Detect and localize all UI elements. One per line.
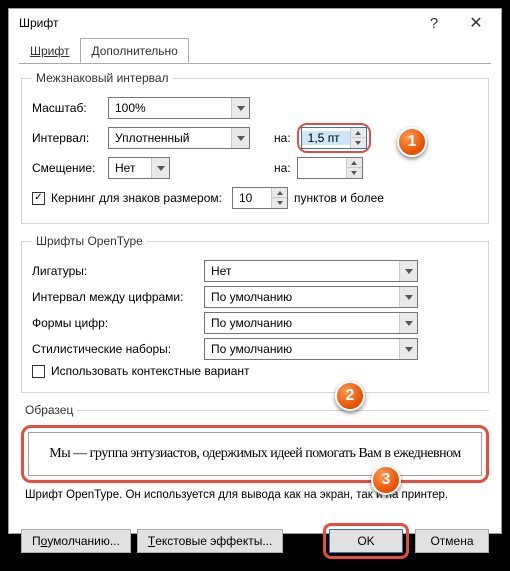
styleset-label: Стилистические наборы: bbox=[32, 342, 198, 356]
spin-down-icon[interactable] bbox=[347, 168, 362, 178]
sample-highlight: Мы — группа энтузиастов, одержимых идеей… bbox=[21, 425, 489, 483]
help-icon[interactable]: ? bbox=[413, 9, 455, 37]
spin-up-icon[interactable] bbox=[347, 158, 362, 168]
kerning-suffix: пунктов и более bbox=[294, 191, 384, 205]
kerning-size-spin[interactable]: 10 bbox=[232, 187, 288, 209]
spin-down-icon[interactable] bbox=[351, 138, 366, 148]
group-opentype: Шрифты OpenType Лигатуры: Нет Интервал м… bbox=[21, 234, 489, 393]
text-effects-button[interactable]: Текстовые эффекты... bbox=[137, 529, 284, 553]
position-label: Смещение: bbox=[32, 161, 102, 175]
group-sample: Образец Мы — группа энтузиастов, одержим… bbox=[21, 403, 489, 501]
legend-spacing: Межзнаковый интервал bbox=[32, 71, 173, 85]
annotation-badge-1: 1 bbox=[397, 127, 427, 157]
chevron-down-icon[interactable] bbox=[231, 128, 249, 148]
by1-label: на: bbox=[274, 131, 291, 145]
by2-label: на: bbox=[274, 161, 291, 175]
default-button[interactable]: По умолчанию... bbox=[21, 529, 131, 553]
ligatures-label: Лигатуры: bbox=[32, 264, 198, 278]
spin-up-icon[interactable] bbox=[351, 128, 366, 138]
titlebar: Шрифт ? ✕ bbox=[9, 9, 501, 37]
numform-combo[interactable]: По умолчанию bbox=[204, 312, 418, 334]
ok-button[interactable]: OK bbox=[329, 529, 403, 553]
close-icon[interactable]: ✕ bbox=[455, 9, 497, 37]
scale-combo[interactable]: 100% bbox=[108, 97, 250, 119]
sample-hint: Шрифт OpenType. Он используется для выво… bbox=[25, 489, 489, 501]
annotation-badge-3: 3 bbox=[371, 465, 401, 495]
chevron-down-icon[interactable] bbox=[399, 261, 417, 281]
tab-font[interactable]: Шрифт bbox=[19, 38, 80, 63]
styleset-combo[interactable]: По умолчанию bbox=[204, 338, 418, 360]
checkbox-unchecked-icon bbox=[32, 365, 45, 378]
ligatures-combo[interactable]: Нет bbox=[204, 260, 418, 282]
annotation-badge-2: 2 bbox=[335, 381, 365, 411]
spacing-by-spin[interactable]: 1,5 пт bbox=[301, 127, 367, 149]
chevron-down-icon[interactable] bbox=[151, 158, 169, 178]
cancel-button[interactable]: Отмена bbox=[415, 529, 489, 553]
ok-highlight: OK bbox=[323, 523, 409, 559]
spin-down-icon[interactable] bbox=[272, 198, 287, 208]
tab-strip: Шрифт Дополнительно bbox=[19, 38, 491, 64]
font-dialog: Шрифт ? ✕ Шрифт Дополнительно Межзнаковы… bbox=[8, 8, 502, 534]
position-by-spin[interactable] bbox=[297, 157, 363, 179]
chevron-down-icon[interactable] bbox=[399, 287, 417, 307]
spacing-label: Интервал: bbox=[32, 131, 102, 145]
window-title: Шрифт bbox=[19, 16, 413, 30]
chevron-down-icon[interactable] bbox=[399, 313, 417, 333]
spin-up-icon[interactable] bbox=[272, 188, 287, 198]
footer: По умолчанию... Текстовые эффекты... OK … bbox=[9, 515, 501, 571]
numspacing-label: Интервал между цифрами: bbox=[32, 290, 198, 304]
numform-label: Формы цифр: bbox=[32, 316, 198, 330]
position-combo[interactable]: Нет bbox=[108, 157, 170, 179]
legend-opentype: Шрифты OpenType bbox=[32, 234, 147, 248]
chevron-down-icon[interactable] bbox=[399, 339, 417, 359]
spacing-combo[interactable]: Уплотненный bbox=[108, 127, 250, 149]
legend-sample: Образец bbox=[21, 403, 77, 417]
scale-label: Масштаб: bbox=[32, 101, 102, 115]
numspacing-combo[interactable]: По умолчанию bbox=[204, 286, 418, 308]
tab-advanced[interactable]: Дополнительно bbox=[80, 38, 188, 63]
kerning-checkbox[interactable]: ✓ Кернинг для знаков размером: bbox=[32, 191, 222, 205]
sample-preview: Мы — группа энтузиастов, одержимых идеей… bbox=[28, 432, 482, 476]
checkbox-checked-icon: ✓ bbox=[32, 192, 45, 205]
contextual-checkbox[interactable]: Использовать контекстные вариант bbox=[32, 364, 250, 378]
chevron-down-icon[interactable] bbox=[231, 98, 249, 118]
